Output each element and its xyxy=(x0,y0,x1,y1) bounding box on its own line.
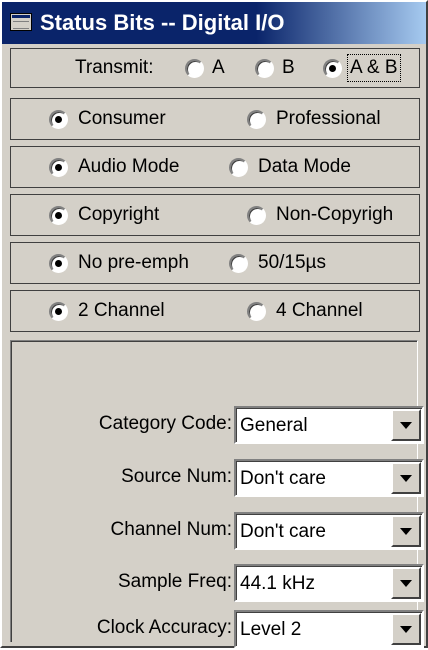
copyright-group: Copyright Non-Copyrigh xyxy=(10,194,420,236)
window-title: Status Bits -- Digital I/O xyxy=(40,10,285,35)
channel-count-group: 2 Channel 4 Channel xyxy=(10,290,420,332)
clock-accuracy-row: Clock Accuracy: Level 2 xyxy=(10,608,424,650)
radio-icon[interactable] xyxy=(247,301,266,321)
chevron-down-icon[interactable] xyxy=(391,515,421,547)
radio-icon[interactable] xyxy=(247,205,266,225)
radio-4-channel[interactable]: 4 Channel xyxy=(247,291,363,331)
transmit-option-b-label: B xyxy=(282,57,295,78)
consumer-pro-group: Consumer Professional xyxy=(10,98,420,140)
chevron-down-icon[interactable] xyxy=(391,409,421,441)
emphasis-group: No pre-emph 50/15µs xyxy=(10,242,420,284)
radio-50-15us[interactable]: 50/15µs xyxy=(229,243,326,283)
radio-icon[interactable] xyxy=(229,157,248,177)
radio-50-15us-label: 50/15µs xyxy=(258,252,326,273)
source-num-select[interactable]: Don't care xyxy=(234,459,424,497)
radio-professional[interactable]: Professional xyxy=(247,99,381,139)
radio-copyright[interactable]: Copyright xyxy=(49,195,159,235)
transmit-option-ab[interactable]: A & B xyxy=(323,49,401,87)
radio-icon[interactable] xyxy=(255,58,274,78)
channel-num-select[interactable]: Don't care xyxy=(234,512,424,550)
radio-selected-icon[interactable] xyxy=(49,205,68,225)
transmit-option-a[interactable]: A xyxy=(185,49,225,87)
category-code-select[interactable]: General xyxy=(234,406,424,444)
radio-audio-mode-label: Audio Mode xyxy=(78,156,180,177)
audio-data-group: Audio Mode Data Mode xyxy=(10,146,420,188)
radio-2-channel-label: 2 Channel xyxy=(78,300,165,321)
source-num-row: Source Num: Don't care xyxy=(10,457,424,499)
radio-selected-icon[interactable] xyxy=(323,58,342,78)
category-code-row: Category Code: General xyxy=(10,404,424,446)
sample-freq-select[interactable]: 44.1 kHz xyxy=(234,564,424,602)
category-code-label: Category Code: xyxy=(98,413,232,434)
transmit-label-wrap: Transmit: xyxy=(75,49,153,87)
radio-no-pre-emph-label: No pre-emph xyxy=(78,252,189,273)
radio-selected-icon[interactable] xyxy=(49,109,68,129)
source-num-value: Don't care xyxy=(240,468,327,489)
radio-non-copyright-label: Non-Copyrigh xyxy=(276,204,394,225)
radio-icon[interactable] xyxy=(185,58,204,78)
chevron-down-icon[interactable] xyxy=(391,613,421,645)
radio-4-channel-label: 4 Channel xyxy=(276,300,363,321)
sample-freq-label: Sample Freq: xyxy=(117,571,232,592)
radio-non-copyright[interactable]: Non-Copyrigh xyxy=(247,195,393,235)
channel-num-value: Don't care xyxy=(240,521,327,542)
chevron-down-icon[interactable] xyxy=(391,567,421,599)
status-bits-window: Status Bits -- Digital I/O Transmit: A B… xyxy=(0,0,428,648)
chevron-down-icon[interactable] xyxy=(391,462,421,494)
transmit-option-b[interactable]: B xyxy=(255,49,295,87)
channel-num-label: Channel Num: xyxy=(110,519,232,540)
radio-selected-icon[interactable] xyxy=(49,157,68,177)
sample-freq-value: 44.1 kHz xyxy=(240,573,315,594)
radio-consumer-label: Consumer xyxy=(78,108,166,129)
sample-freq-row: Sample Freq: 44.1 kHz xyxy=(10,562,424,604)
clock-accuracy-value: Level 2 xyxy=(240,619,302,640)
radio-2-channel[interactable]: 2 Channel xyxy=(49,291,165,331)
radio-consumer[interactable]: Consumer xyxy=(49,99,166,139)
transmit-group: Transmit: A B A & B xyxy=(10,48,420,88)
transmit-option-ab-label: A & B xyxy=(347,54,401,82)
radio-no-pre-emph[interactable]: No pre-emph xyxy=(49,243,189,283)
transmit-option-a-label: A xyxy=(212,57,225,78)
window-icon[interactable] xyxy=(10,13,32,31)
channel-num-row: Channel Num: Don't care xyxy=(10,510,424,552)
radio-audio-mode[interactable]: Audio Mode xyxy=(49,147,179,187)
category-code-value: General xyxy=(240,415,308,436)
clock-accuracy-select[interactable]: Level 2 xyxy=(234,610,424,648)
radio-selected-icon[interactable] xyxy=(49,253,68,273)
radio-copyright-label: Copyright xyxy=(78,204,160,225)
transmit-label: Transmit: xyxy=(75,57,154,78)
radio-data-mode[interactable]: Data Mode xyxy=(229,147,351,187)
radio-selected-icon[interactable] xyxy=(49,301,68,321)
clock-accuracy-label: Clock Accuracy: xyxy=(96,617,232,638)
radio-data-mode-label: Data Mode xyxy=(258,156,351,177)
radio-icon[interactable] xyxy=(229,253,248,273)
radio-professional-label: Professional xyxy=(276,108,381,129)
radio-icon[interactable] xyxy=(247,109,266,129)
source-num-label: Source Num: xyxy=(121,466,232,487)
title-bar[interactable]: Status Bits -- Digital I/O xyxy=(2,2,426,44)
